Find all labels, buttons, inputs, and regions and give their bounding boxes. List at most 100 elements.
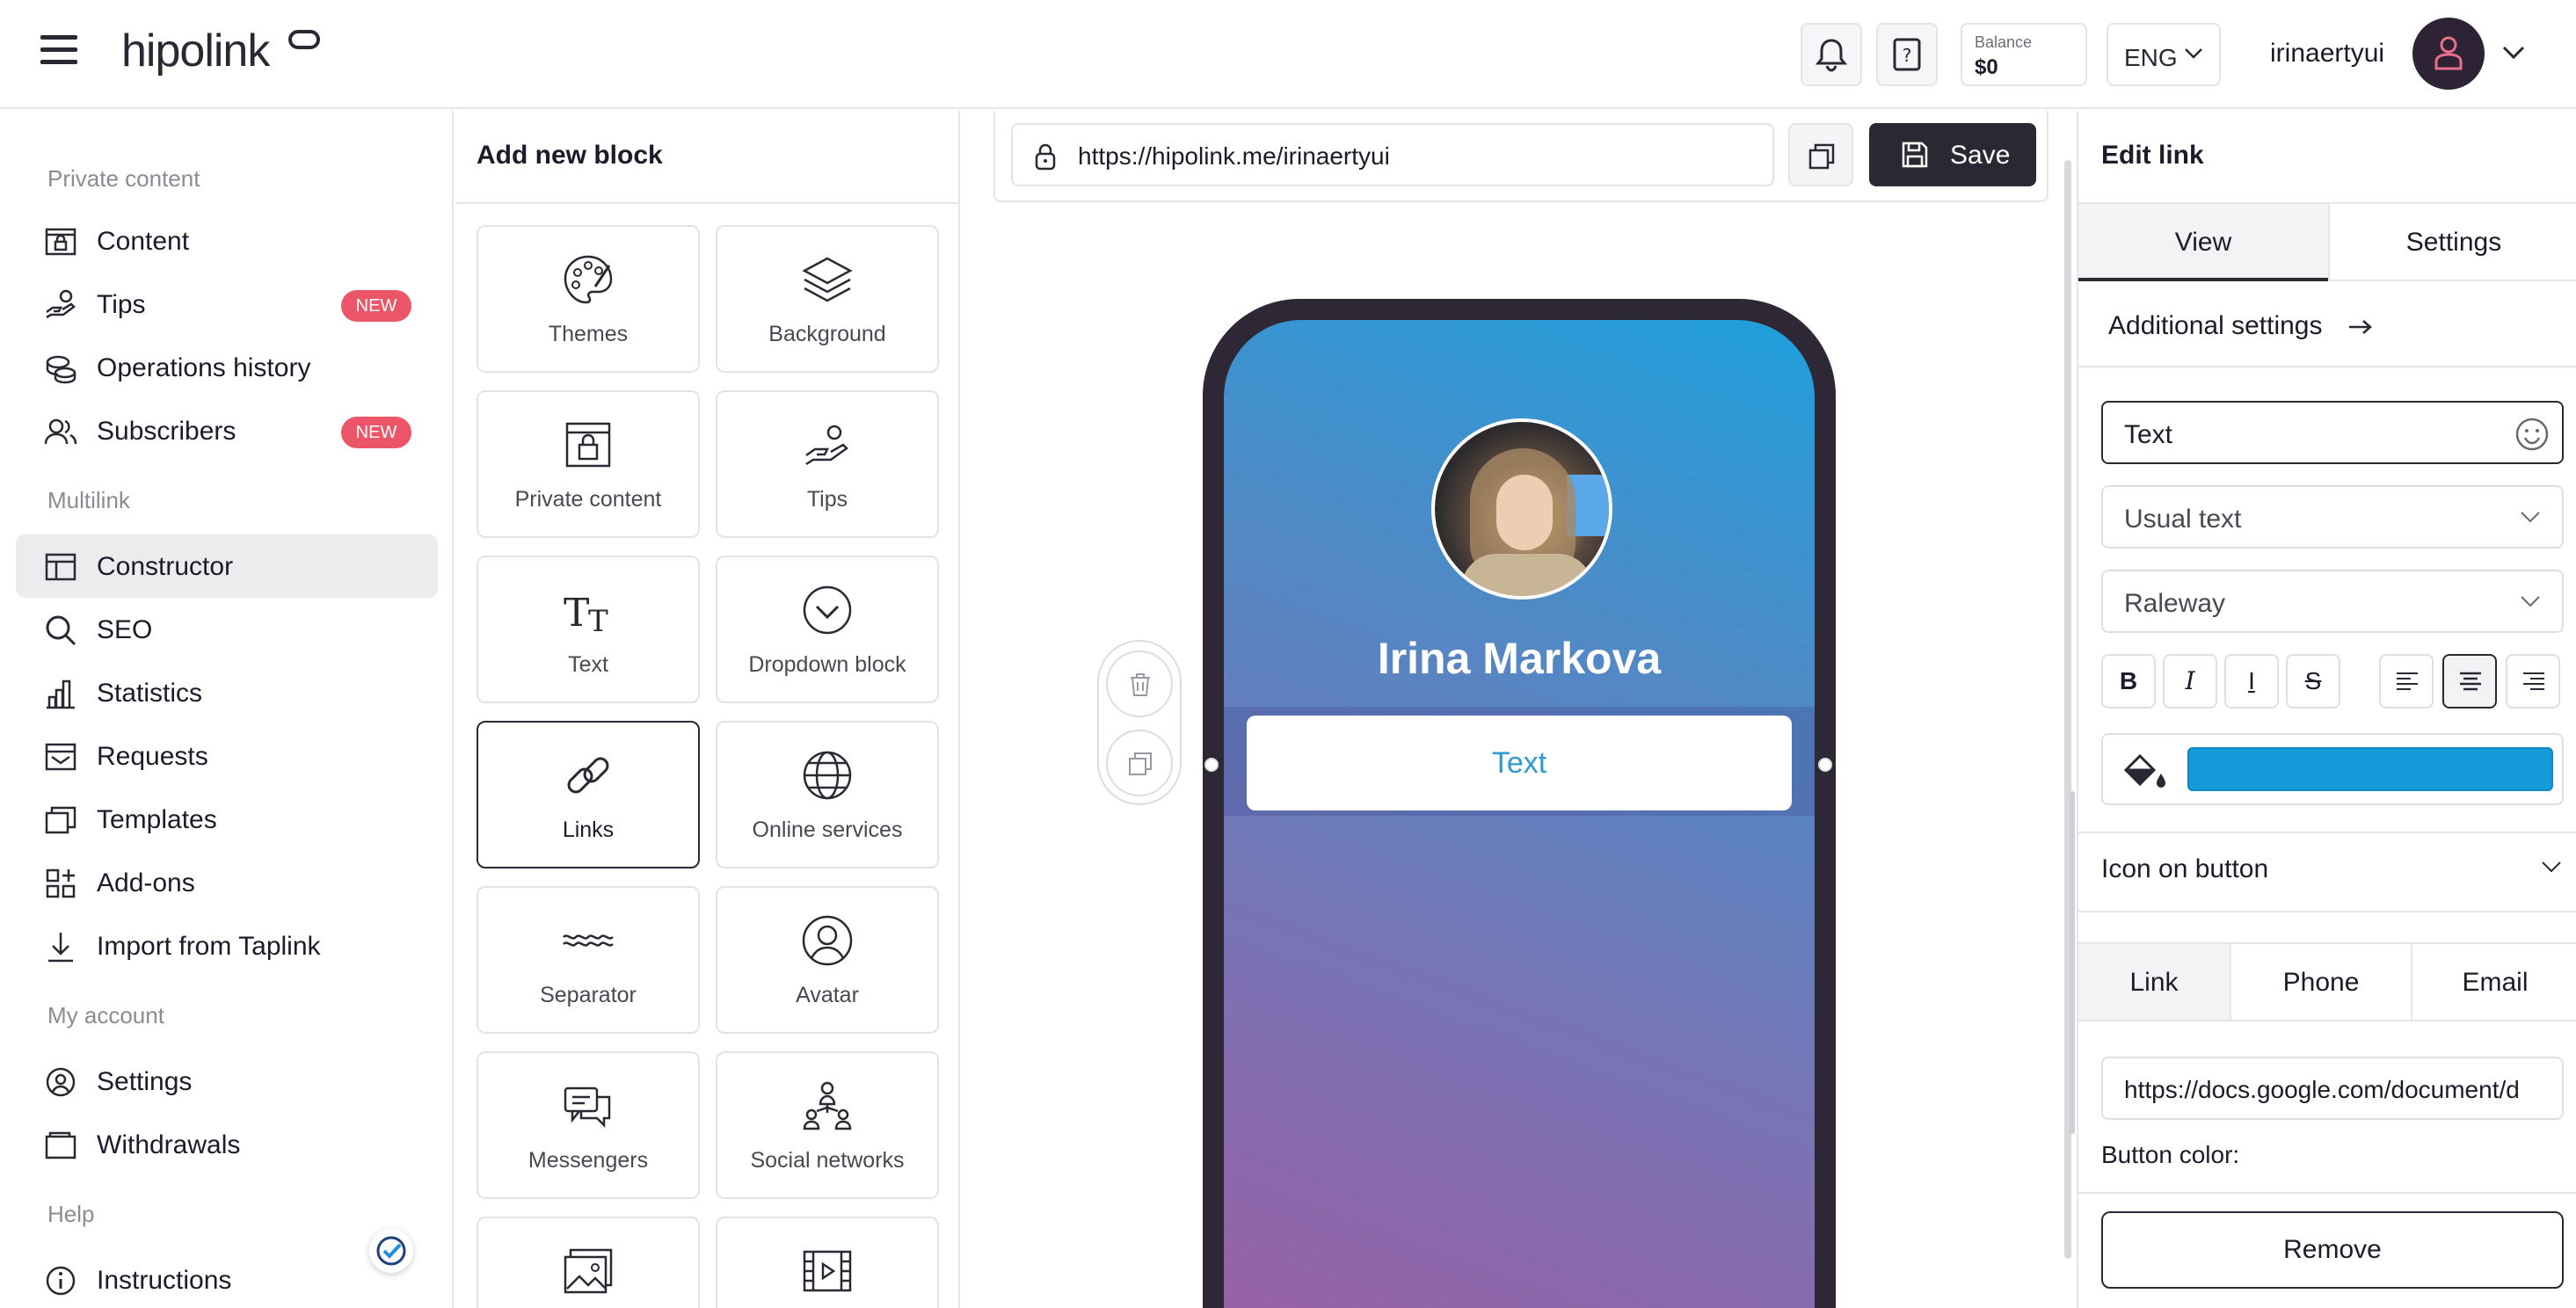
italic-button[interactable]: I bbox=[2163, 654, 2217, 708]
bold-button[interactable]: B bbox=[2101, 654, 2156, 708]
tab-settings[interactable]: Settings bbox=[2328, 204, 2576, 281]
align-center-icon bbox=[2460, 672, 2481, 691]
block-tile-social-networks[interactable]: Social networks bbox=[716, 1051, 939, 1199]
tab-view[interactable]: View bbox=[2078, 204, 2328, 281]
sidebar-item-content[interactable]: Content bbox=[16, 209, 438, 272]
sidebar-item-seo[interactable]: SEO bbox=[16, 598, 438, 661]
globe-icon bbox=[803, 751, 852, 800]
block-tile-themes[interactable]: Themes bbox=[477, 225, 700, 373]
sidebar-item-import-from-taplink[interactable]: Import from Taplink bbox=[16, 914, 438, 977]
link-button-preview[interactable]: Text bbox=[1247, 716, 1792, 810]
edit-panel-scrollbar[interactable] bbox=[2070, 791, 2075, 1134]
underline-button[interactable]: I bbox=[2224, 654, 2279, 708]
tile-label: Dropdown block bbox=[748, 652, 906, 677]
network-icon bbox=[803, 1081, 852, 1130]
emoji-icon[interactable] bbox=[2514, 417, 2550, 452]
sidebar-item-settings[interactable]: Settings bbox=[16, 1050, 438, 1113]
divider bbox=[2078, 911, 2576, 912]
new-badge: NEW bbox=[341, 290, 411, 322]
sidebar-item-statistics[interactable]: Statistics bbox=[16, 661, 438, 724]
tile-label: Text bbox=[568, 652, 608, 677]
chevron-down-icon bbox=[2185, 48, 2202, 59]
svg-text:T: T bbox=[588, 604, 608, 638]
search-icon bbox=[46, 615, 76, 646]
icon-on-button-toggle[interactable]: Icon on button bbox=[2101, 854, 2268, 884]
block-tile-private-content[interactable]: Private content bbox=[477, 390, 700, 538]
block-tile-tips[interactable]: Tips bbox=[716, 390, 939, 538]
color-swatch[interactable] bbox=[2187, 747, 2553, 791]
align-left-button[interactable] bbox=[2379, 654, 2434, 708]
username[interactable]: irinaertyui bbox=[2270, 39, 2384, 69]
align-center-button[interactable] bbox=[2442, 654, 2497, 708]
block-tile-links[interactable]: Links bbox=[477, 721, 700, 868]
verified-check-icon[interactable] bbox=[369, 1229, 413, 1273]
strikethrough-button[interactable]: S bbox=[2286, 654, 2340, 708]
help-button[interactable]: ? bbox=[1876, 23, 1938, 86]
block-tile-text[interactable]: TT Text bbox=[477, 556, 700, 703]
block-tile-messengers[interactable]: Messengers bbox=[477, 1051, 700, 1199]
block-tile-avatar[interactable]: Avatar bbox=[716, 886, 939, 1034]
arrow-right-icon[interactable] bbox=[2347, 318, 2374, 336]
sidebar-item-operations-history[interactable]: Operations history bbox=[16, 336, 438, 399]
remove-button[interactable]: Remove bbox=[2101, 1211, 2564, 1289]
notifications-button[interactable] bbox=[1801, 23, 1862, 86]
menu-icon[interactable] bbox=[40, 35, 77, 67]
sidebar-item-tips[interactable]: Tips NEW bbox=[16, 272, 438, 336]
resize-handle-right[interactable] bbox=[1818, 758, 1832, 772]
logo[interactable]: hipolink bbox=[121, 25, 270, 77]
lock-icon bbox=[1035, 143, 1056, 171]
font-select[interactable]: Raleway bbox=[2101, 570, 2564, 633]
sidebar: Private content Content Tips NEW Operati… bbox=[0, 111, 454, 1308]
tab-phone[interactable]: Phone bbox=[2230, 942, 2411, 1021]
text-style-select[interactable]: Usual text bbox=[2101, 485, 2564, 549]
duplicate-icon bbox=[1129, 752, 1152, 775]
tab-email[interactable]: Email bbox=[2411, 942, 2576, 1021]
copy-url-button[interactable] bbox=[1788, 123, 1853, 186]
layout-icon bbox=[45, 553, 76, 581]
chevron-down-icon[interactable] bbox=[2502, 46, 2525, 60]
sidebar-item-label: Constructor bbox=[97, 552, 234, 581]
sidebar-item-withdrawals[interactable]: Withdrawals bbox=[16, 1113, 438, 1176]
button-text-input[interactable]: Text bbox=[2101, 401, 2564, 464]
save-button[interactable]: Save bbox=[1869, 123, 2036, 186]
delete-block-button[interactable] bbox=[1106, 650, 1173, 717]
user-icon bbox=[2434, 36, 2463, 70]
align-right-button[interactable] bbox=[2506, 654, 2560, 708]
block-tile-image[interactable] bbox=[477, 1217, 700, 1308]
avatar[interactable] bbox=[2412, 18, 2485, 90]
sidebar-item-add-ons[interactable]: Add-ons bbox=[16, 851, 438, 914]
block-tile-dropdown[interactable]: Dropdown block bbox=[716, 556, 939, 703]
copy-icon bbox=[45, 806, 76, 834]
block-tile-separator[interactable]: Separator bbox=[477, 886, 700, 1034]
wallet-icon bbox=[45, 1131, 76, 1159]
block-tile-online-services[interactable]: Online services bbox=[716, 721, 939, 868]
section-private-content: Private content bbox=[47, 165, 200, 192]
section-multilink: Multilink bbox=[47, 487, 130, 513]
sidebar-item-subscribers[interactable]: Subscribers NEW bbox=[16, 399, 438, 462]
link-url-input[interactable]: https://docs.google.com/document/d bbox=[2101, 1057, 2564, 1120]
sidebar-item-constructor[interactable]: Constructor bbox=[16, 534, 438, 598]
add-block-panel: Add new block Themes Background Private … bbox=[455, 111, 960, 1308]
svg-text:T: T bbox=[564, 591, 589, 636]
sidebar-item-label: SEO bbox=[97, 615, 153, 644]
wave-icon bbox=[563, 934, 614, 947]
duplicate-block-button[interactable] bbox=[1106, 730, 1173, 796]
profile-photo[interactable] bbox=[1431, 418, 1612, 600]
block-tile-video[interactable] bbox=[716, 1217, 939, 1308]
text-color-picker[interactable] bbox=[2101, 733, 2564, 805]
block-tile-background[interactable]: Background bbox=[716, 225, 939, 373]
paint-bucket-icon bbox=[2123, 753, 2165, 788]
balance-widget[interactable]: Balance $0 bbox=[1961, 23, 2087, 86]
chevron-down-icon[interactable] bbox=[2541, 860, 2562, 874]
page-url-field[interactable]: https://hipolink.me/irinaertyui bbox=[1011, 123, 1774, 186]
tab-link[interactable]: Link bbox=[2078, 942, 2230, 1021]
link-icon bbox=[567, 757, 609, 794]
logo-mark bbox=[288, 30, 320, 49]
sidebar-item-templates[interactable]: Templates bbox=[16, 788, 438, 851]
sidebar-item-requests[interactable]: Requests bbox=[16, 724, 438, 788]
additional-settings-link[interactable]: Additional settings bbox=[2108, 311, 2323, 341]
language-value: ENG bbox=[2124, 44, 2178, 71]
selected-block[interactable]: Text bbox=[1224, 707, 1815, 816]
resize-handle-left[interactable] bbox=[1204, 758, 1219, 772]
language-select[interactable]: ENG bbox=[2107, 23, 2221, 86]
